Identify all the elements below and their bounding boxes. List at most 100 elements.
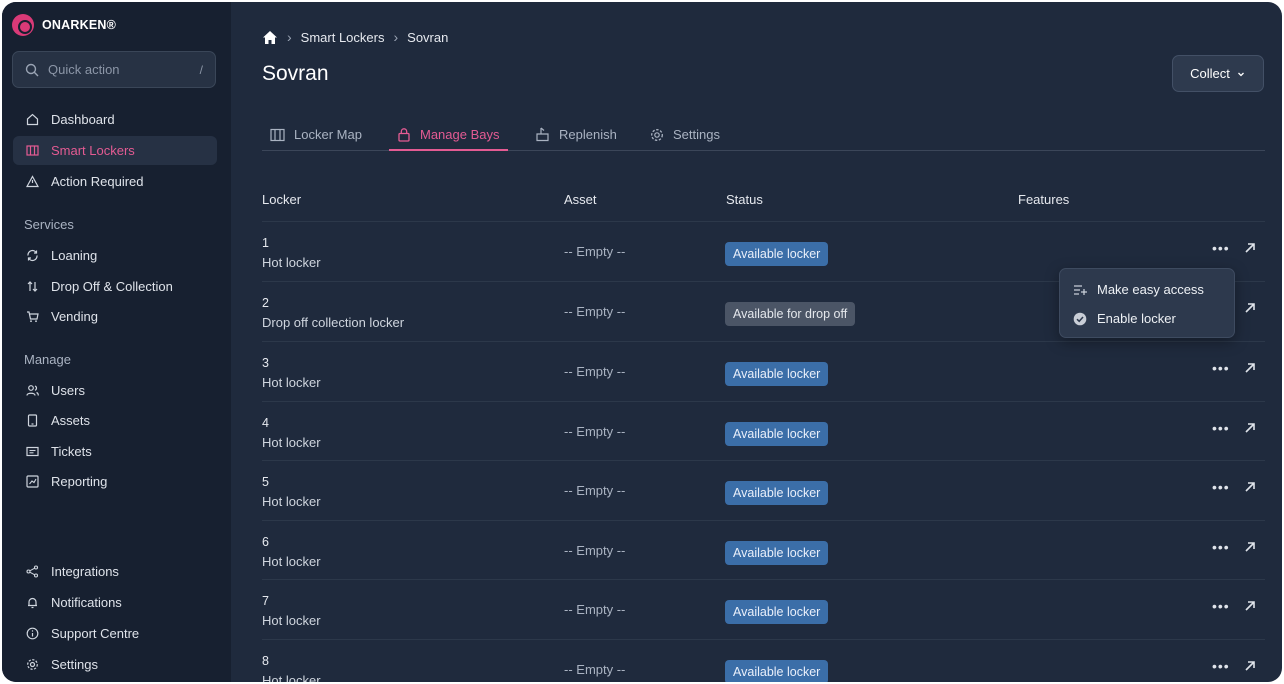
more-actions-icon[interactable]: ••• xyxy=(1212,598,1230,614)
locker-number: 3 xyxy=(262,356,269,370)
menu-item-make-easy-access[interactable]: Make easy access xyxy=(1073,282,1204,297)
tab-settings[interactable]: Settings xyxy=(642,119,728,150)
column-header-asset[interactable]: Asset xyxy=(564,192,597,207)
open-external-icon[interactable] xyxy=(1242,658,1258,674)
warning-icon xyxy=(25,175,39,189)
asset-value: -- Empty -- xyxy=(564,244,626,259)
gear-icon xyxy=(25,658,39,672)
sidebar-item-settings[interactable]: Settings xyxy=(13,650,217,679)
list-add-icon xyxy=(1074,284,1087,295)
tab-label: Settings xyxy=(673,127,720,142)
sidebar: ONARKEN® Quick action / Dashboard Smart … xyxy=(2,2,231,682)
locker-type: Hot locker xyxy=(262,375,321,390)
table-row[interactable]: 7 Hot locker -- Empty -- Available locker ••… xyxy=(262,579,1265,639)
asset-value: -- Empty -- xyxy=(564,364,626,379)
column-header-status[interactable]: Status xyxy=(726,192,763,207)
locker-type: Hot locker xyxy=(262,255,321,270)
locker-number: 8 xyxy=(262,654,269,668)
breadcrumb-smart-lockers[interactable]: Smart Lockers xyxy=(301,30,385,45)
row-actions-menu: Make easy access Enable locker xyxy=(1059,268,1235,338)
sidebar-item-dashboard[interactable]: Dashboard xyxy=(13,105,217,134)
sidebar-item-label: Reporting xyxy=(51,474,108,489)
sidebar-item-support-centre[interactable]: Support Centre xyxy=(13,619,217,648)
sidebar-item-label: Settings xyxy=(51,657,98,672)
open-external-icon[interactable] xyxy=(1242,240,1258,256)
table-row[interactable]: 3 Hot locker -- Empty -- Available locker ••… xyxy=(262,341,1265,401)
more-actions-icon[interactable]: ••• xyxy=(1212,658,1230,674)
asset-value: -- Empty -- xyxy=(564,424,626,439)
sidebar-item-label: Users xyxy=(51,383,85,398)
menu-item-label: Enable locker xyxy=(1097,311,1176,326)
sidebar-item-label: Smart Lockers xyxy=(51,143,135,158)
tablet-icon xyxy=(25,414,39,428)
breadcrumb-current: Sovran xyxy=(407,29,449,45)
sidebar-item-label: Support Centre xyxy=(51,626,140,641)
open-external-icon[interactable] xyxy=(1242,598,1258,614)
home-icon xyxy=(25,113,39,127)
sidebar-item-label: Integrations xyxy=(51,564,119,579)
asset-value: -- Empty -- xyxy=(564,662,626,677)
more-actions-icon[interactable]: ••• xyxy=(1212,240,1230,256)
sidebar-item-drop-off-collection[interactable]: Drop Off & Collection xyxy=(13,272,217,301)
more-actions-icon[interactable]: ••• xyxy=(1212,539,1230,555)
open-external-icon[interactable] xyxy=(1242,539,1258,555)
sidebar-item-label: Drop Off & Collection xyxy=(51,279,173,294)
collect-button[interactable]: Collect xyxy=(1172,55,1264,92)
page-title: Sovran xyxy=(262,62,329,85)
status-badge: Available locker xyxy=(725,660,829,682)
open-external-icon[interactable] xyxy=(1242,300,1258,316)
brand[interactable]: ONARKEN® xyxy=(12,14,116,36)
locker-type: Hot locker xyxy=(262,673,321,682)
sidebar-item-reporting[interactable]: Reporting xyxy=(13,467,217,496)
home-icon[interactable] xyxy=(262,30,278,45)
replenish-icon xyxy=(536,127,549,142)
tab-label: Replenish xyxy=(559,127,617,142)
status-badge: Available locker xyxy=(725,481,829,505)
table-row[interactable]: 6 Hot locker -- Empty -- Available locker ••… xyxy=(262,520,1265,580)
sidebar-item-vending[interactable]: Vending xyxy=(13,302,217,331)
table-row[interactable]: 4 Hot locker -- Empty -- Available locker ••… xyxy=(262,401,1265,461)
locker-number: 7 xyxy=(262,594,269,608)
share-icon xyxy=(25,565,39,579)
column-header-locker[interactable]: Locker xyxy=(262,192,301,207)
swap-icon xyxy=(25,280,39,294)
more-actions-icon[interactable]: ••• xyxy=(1212,479,1230,495)
locker-icon xyxy=(25,144,39,158)
menu-item-enable-locker[interactable]: Enable locker xyxy=(1073,311,1176,326)
sidebar-item-action-required[interactable]: Action Required xyxy=(13,167,217,196)
brand-logo-icon xyxy=(12,14,34,36)
sidebar-item-label: Assets xyxy=(51,413,91,428)
sidebar-item-users[interactable]: Users xyxy=(13,376,217,405)
sidebar-item-integrations[interactable]: Integrations xyxy=(13,557,217,586)
sidebar-item-label: Vending xyxy=(51,309,98,324)
quick-action-search[interactable]: Quick action / xyxy=(12,51,216,88)
ticket-icon xyxy=(25,445,39,459)
sidebar-item-loaning[interactable]: Loaning xyxy=(13,241,217,270)
cart-icon xyxy=(25,310,39,324)
sidebar-item-smart-lockers[interactable]: Smart Lockers xyxy=(13,136,217,165)
table-row[interactable]: 8 Hot locker -- Empty -- Available locker ••… xyxy=(262,639,1265,682)
locker-type: Hot locker xyxy=(262,554,321,569)
shortcut-hint: / xyxy=(199,62,203,77)
tab-locker-map[interactable]: Locker Map xyxy=(262,119,370,150)
status-badge: Available locker xyxy=(725,541,829,565)
sidebar-item-notifications[interactable]: Notifications xyxy=(13,588,217,617)
more-actions-icon[interactable]: ••• xyxy=(1212,360,1230,376)
tab-label: Manage Bays xyxy=(420,126,500,142)
brand-name: ONARKEN® xyxy=(42,18,117,32)
tab-manage-bays[interactable]: Manage Bays xyxy=(389,119,508,151)
users-icon xyxy=(25,384,39,398)
table-row[interactable]: 5 Hot locker -- Empty -- Available locker ••… xyxy=(262,460,1265,520)
asset-value: -- Empty -- xyxy=(564,543,626,558)
sidebar-item-assets[interactable]: Assets xyxy=(13,406,217,435)
services-section-label: Services xyxy=(24,217,74,232)
open-external-icon[interactable] xyxy=(1242,420,1258,436)
asset-value: -- Empty -- xyxy=(564,304,626,319)
column-header-features[interactable]: Features xyxy=(1018,192,1069,207)
sidebar-item-tickets[interactable]: Tickets xyxy=(13,437,217,466)
tab-replenish[interactable]: Replenish xyxy=(527,119,625,150)
chevron-right-icon: › xyxy=(393,29,399,45)
open-external-icon[interactable] xyxy=(1242,360,1258,376)
more-actions-icon[interactable]: ••• xyxy=(1212,420,1230,436)
open-external-icon[interactable] xyxy=(1242,479,1258,495)
